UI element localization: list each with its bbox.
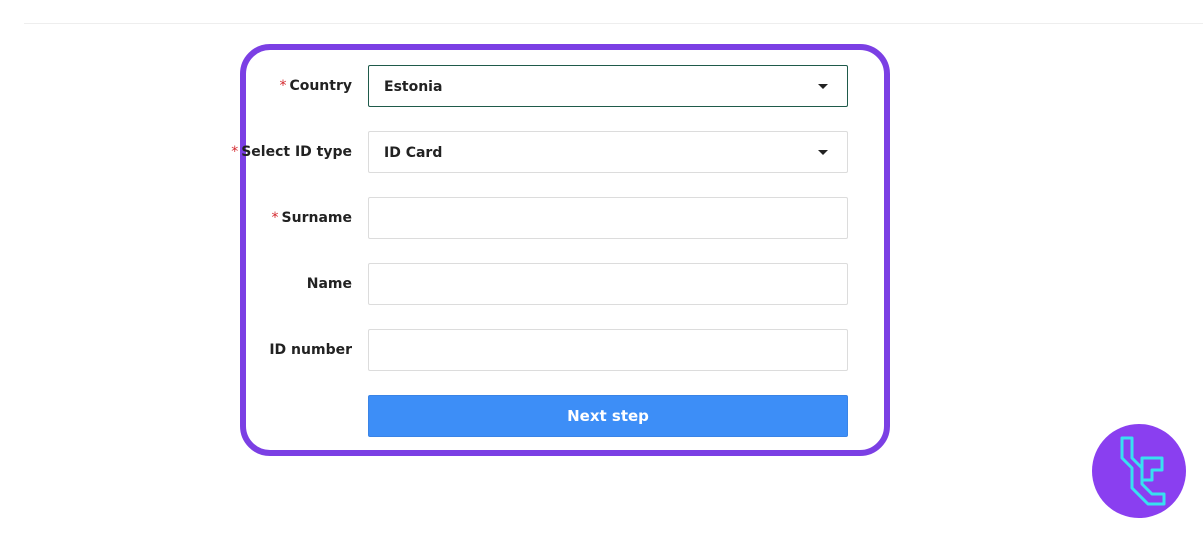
top-divider — [24, 23, 1203, 24]
tc-logo-icon — [1092, 424, 1186, 518]
required-mark: * — [279, 78, 287, 94]
next-step-button[interactable]: Next step — [368, 395, 848, 437]
country-value: Estonia — [384, 79, 443, 95]
id-type-select[interactable]: ID Card — [368, 131, 848, 173]
country-label: * Country — [279, 76, 352, 96]
id-number-label-text: ID number — [269, 342, 352, 358]
name-label-text: Name — [306, 276, 352, 292]
id-type-value: ID Card — [384, 145, 443, 161]
country-label-text: Country — [289, 78, 352, 94]
surname-label: * Surname — [272, 208, 352, 228]
id-number-label: ID number — [269, 340, 352, 360]
surname-input[interactable] — [368, 197, 848, 239]
country-select[interactable]: Estonia — [368, 65, 848, 107]
required-mark: * — [231, 144, 239, 160]
required-mark: * — [271, 210, 279, 226]
surname-label-text: Surname — [281, 210, 352, 226]
caret-down-icon — [818, 150, 828, 155]
id-type-label: * Select ID type — [231, 142, 352, 162]
caret-down-icon — [818, 84, 828, 89]
name-input[interactable] — [368, 263, 848, 305]
id-number-input[interactable] — [368, 329, 848, 371]
id-type-label-text: Select ID type — [241, 144, 352, 160]
name-label: Name — [307, 274, 352, 294]
page: * Country Estonia * Select ID type ID Card… — [0, 0, 1203, 533]
